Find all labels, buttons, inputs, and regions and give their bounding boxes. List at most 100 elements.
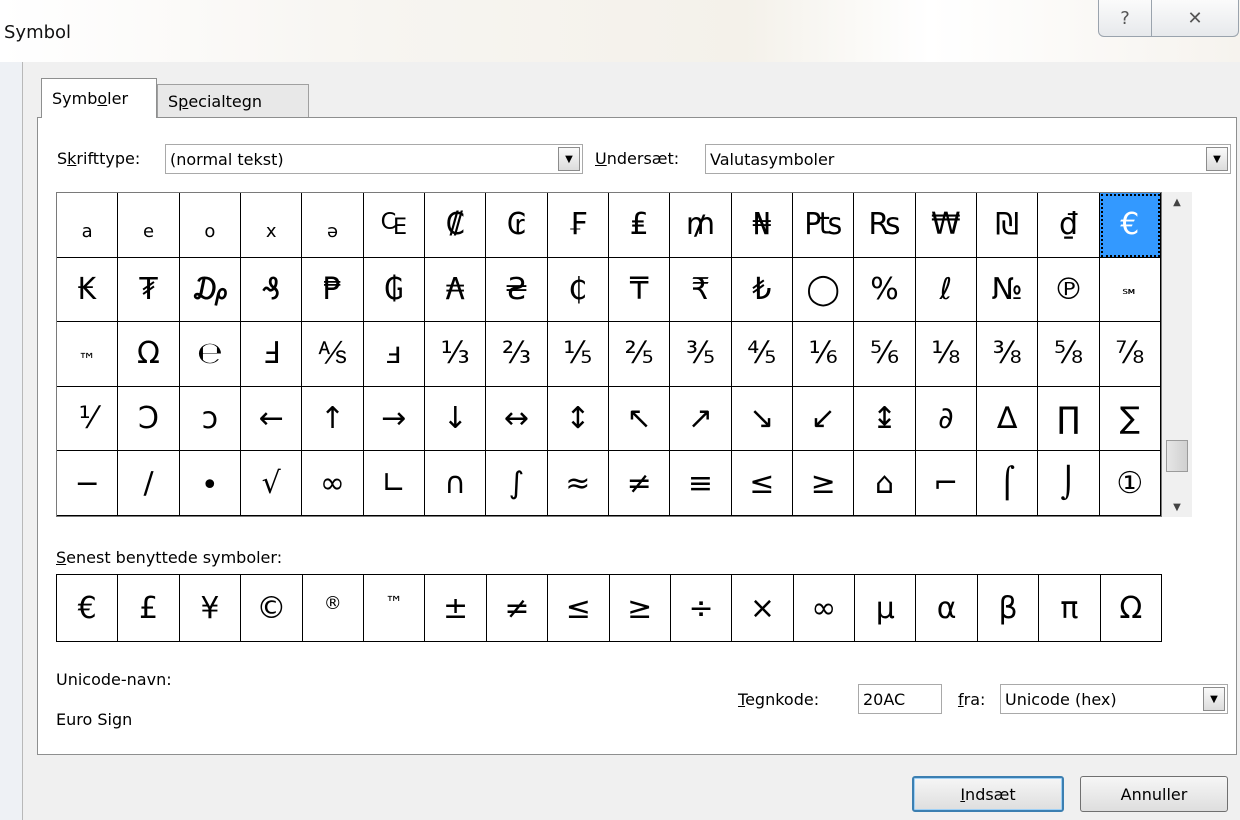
symbol-cell[interactable]: ↔	[486, 386, 548, 452]
symbol-cell[interactable]: ə	[302, 193, 364, 258]
symbol-cell[interactable]: ↨	[854, 386, 916, 452]
symbol-cell[interactable]: ⅗	[670, 322, 732, 387]
symbol-cell[interactable]: ℮	[179, 322, 241, 387]
from-select[interactable]: Unicode (hex) ▼	[1000, 684, 1228, 714]
symbol-cell[interactable]: ∟	[363, 451, 425, 516]
symbol-cell[interactable]: ₨	[854, 193, 916, 258]
symbol-cell[interactable]: ⅟	[57, 386, 119, 452]
symbol-cell[interactable]: ₱	[302, 257, 364, 323]
symbol-cell[interactable]: Ω	[118, 322, 180, 387]
recent-symbol-cell[interactable]: ™	[364, 575, 426, 641]
symbol-cell[interactable]: ₳	[424, 257, 487, 323]
symbol-cell[interactable]: ∙	[179, 451, 241, 516]
symbol-cell[interactable]: a	[57, 193, 119, 258]
symbol-cell[interactable]: ∩	[424, 451, 487, 516]
symbol-cell[interactable]: ∞	[302, 451, 364, 516]
symbol-cell[interactable]: ∕	[118, 451, 180, 516]
recent-symbols[interactable]: € £ ¥ © ® ™ ± ≠ ≤ ≥ ÷ × ∞ µ α β π Ω	[56, 574, 1162, 642]
symbol-cell[interactable]: €	[1099, 193, 1161, 258]
symbol-cell[interactable]: ①	[1099, 451, 1161, 516]
symbol-cell[interactable]: ⅝	[1038, 322, 1100, 387]
recent-symbol-cell[interactable]: α	[916, 575, 978, 641]
recent-symbol-cell[interactable]: ®	[303, 575, 364, 641]
symbol-cell[interactable]: ™	[57, 322, 119, 387]
symbol-cell[interactable]: ⅍	[302, 322, 364, 387]
chevron-down-icon[interactable]: ▼	[1203, 687, 1225, 711]
symbol-cell[interactable]: ↕	[547, 386, 609, 452]
font-select[interactable]: (normal tekst) ▼	[165, 144, 583, 174]
recent-symbol-cell[interactable]: ∞	[794, 575, 856, 641]
symbol-cell[interactable]: ₣	[547, 193, 609, 258]
recent-symbol-cell[interactable]: β	[978, 575, 1040, 641]
recent-symbol-cell[interactable]: ≥	[610, 575, 671, 641]
symbol-cell[interactable]: ₠	[363, 193, 425, 258]
symbol-cell[interactable]: x	[240, 193, 303, 258]
symbol-cell[interactable]: ₩	[915, 193, 977, 258]
symbol-cell[interactable]: √	[240, 451, 303, 516]
symbol-cell[interactable]: ↘	[731, 386, 793, 452]
symbol-cell[interactable]: ⌡	[1038, 451, 1100, 516]
symbol-cell[interactable]: ⅔	[486, 322, 548, 387]
symbol-cell[interactable]: ⅛	[915, 322, 977, 387]
symbol-cell[interactable]: ⅜	[976, 322, 1039, 387]
symbol-cell[interactable]: ⅚	[854, 322, 916, 387]
symbol-cell[interactable]: %	[854, 257, 916, 323]
symbol-cell[interactable]: ₦	[731, 193, 793, 258]
recent-symbol-cell[interactable]: €	[57, 575, 119, 641]
symbol-cell[interactable]: ⅖	[608, 322, 671, 387]
recent-symbol-cell[interactable]: µ	[855, 575, 917, 641]
charcode-input[interactable]: 20AC	[858, 684, 942, 714]
symbol-cell[interactable]: Ↄ	[118, 386, 180, 452]
recent-symbol-cell[interactable]: ≠	[487, 575, 549, 641]
symbol-cell[interactable]: ≤	[731, 451, 793, 516]
symbol-cell[interactable]: ₢	[486, 193, 548, 258]
symbol-cell[interactable]: →	[363, 386, 425, 452]
symbol-cell[interactable]: ≡	[670, 451, 732, 516]
symbol-cell[interactable]: ⌠	[976, 451, 1039, 516]
symbol-cell[interactable]: ⅘	[731, 322, 793, 387]
symbol-cell[interactable]: ℗	[1038, 257, 1100, 323]
symbol-cell[interactable]: ₮	[118, 257, 180, 323]
recent-symbol-cell[interactable]: Ω	[1101, 575, 1162, 641]
recent-symbol-cell[interactable]: ×	[732, 575, 794, 641]
symbol-grid-scrollbar[interactable]: ▲ ▼	[1162, 192, 1192, 517]
symbol-cell[interactable]: №	[976, 257, 1039, 323]
help-button[interactable]: ?	[1098, 0, 1152, 37]
symbol-cell[interactable]: ↗	[670, 386, 732, 452]
recent-symbol-cell[interactable]: π	[1039, 575, 1101, 641]
subset-select[interactable]: Valutasymboler ▼	[705, 144, 1231, 174]
symbol-cell[interactable]: o	[179, 193, 241, 258]
symbol-cell[interactable]: ₭	[57, 257, 119, 323]
tab-symbols[interactable]: Symb o ler	[41, 78, 157, 118]
recent-symbol-cell[interactable]: ±	[425, 575, 487, 641]
symbol-cell[interactable]: ↄ	[179, 386, 241, 452]
symbol-cell[interactable]: ≥	[792, 451, 855, 516]
recent-symbol-cell[interactable]: ÷	[671, 575, 733, 641]
symbol-cell[interactable]: ⌐	[915, 451, 977, 516]
tab-special-characters[interactable]: Sp ecialtegn	[157, 84, 309, 118]
symbol-cell[interactable]: ℠	[1099, 257, 1161, 323]
symbol-cell[interactable]: ₫	[1038, 193, 1100, 258]
symbol-cell[interactable]: ₵	[547, 257, 609, 323]
scroll-up-icon[interactable]: ▲	[1162, 192, 1192, 212]
symbol-cell[interactable]: Ⅎ	[240, 322, 303, 387]
symbol-cell[interactable]: ↙	[792, 386, 855, 452]
symbol-cell[interactable]: ≠	[608, 451, 671, 516]
symbol-cell[interactable]: ₥	[670, 193, 732, 258]
symbol-cell[interactable]: ≈	[547, 451, 609, 516]
symbol-cell[interactable]: ∏	[1038, 386, 1100, 452]
symbol-cell[interactable]: ←	[240, 386, 303, 452]
symbol-cell[interactable]: e	[118, 193, 180, 258]
symbol-cell[interactable]: ∑	[1099, 386, 1161, 452]
symbol-cell[interactable]: ⅓	[424, 322, 487, 387]
symbol-cell[interactable]: ₡	[424, 193, 487, 258]
symbol-cell[interactable]: ₸	[608, 257, 671, 323]
chevron-down-icon[interactable]: ▼	[558, 147, 580, 171]
symbol-cell[interactable]: ₰	[240, 257, 303, 323]
symbol-cell[interactable]: ₴	[486, 257, 548, 323]
symbol-cell[interactable]: −	[57, 451, 119, 516]
recent-symbol-cell[interactable]: ≤	[548, 575, 610, 641]
chevron-down-icon[interactable]: ▼	[1206, 147, 1228, 171]
symbol-cell[interactable]: ℓ	[915, 257, 977, 323]
symbol-cell[interactable]: ↑	[302, 386, 364, 452]
